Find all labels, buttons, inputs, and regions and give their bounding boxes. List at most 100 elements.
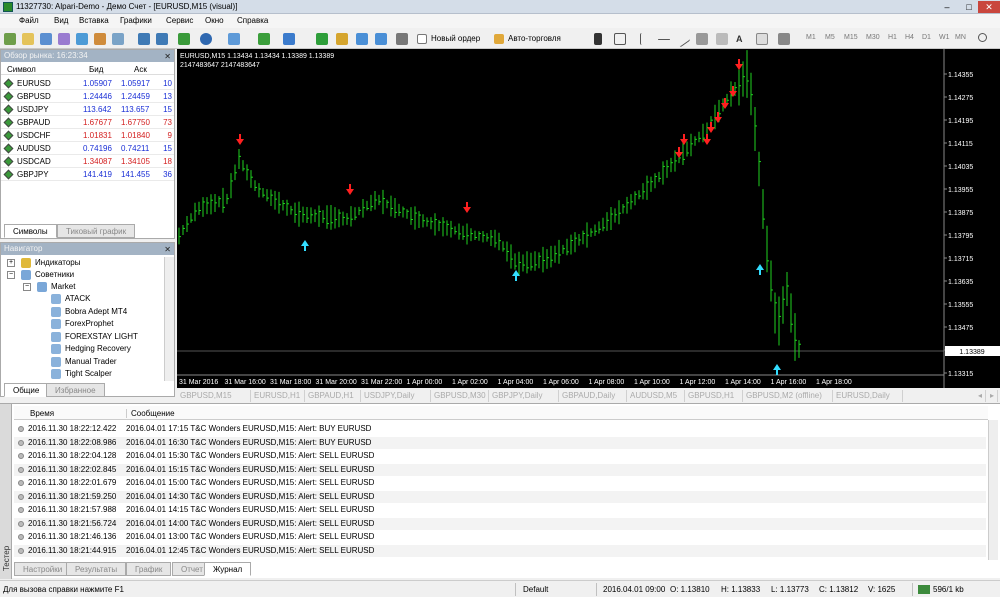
tab-results[interactable]: Результаты — [66, 562, 127, 576]
nav-experts[interactable]: Советники — [21, 269, 74, 281]
horizontal-line-icon[interactable] — [658, 39, 670, 40]
connection-icon[interactable] — [918, 585, 930, 594]
market-watch-row[interactable]: EURUSD 1.05907 1.05917 10 — [1, 77, 174, 90]
tab-journal[interactable]: Журнал — [204, 562, 252, 576]
crosshair-tool-icon[interactable] — [614, 33, 626, 45]
journal-row[interactable]: 2016.11.30 18:21:56.724 2016.04.01 14:00 … — [14, 517, 986, 530]
col-time[interactable]: Время — [30, 409, 54, 418]
equidistant-channel-icon[interactable] — [696, 33, 708, 45]
tf-d1[interactable]: D1 — [922, 34, 931, 41]
search-icon[interactable] — [978, 33, 987, 42]
menu-window[interactable]: Окно — [205, 16, 224, 25]
chart-tab[interactable]: EURUSD,Daily — [833, 390, 903, 402]
trendline-icon[interactable] — [673, 30, 691, 48]
minimize-button[interactable]: – — [936, 1, 958, 13]
col-ask[interactable]: Аск — [134, 65, 147, 74]
market-watch-row[interactable]: USDJPY 113.642 113.657 15 — [1, 103, 174, 116]
chart-shift-icon[interactable] — [375, 33, 387, 45]
nav-expert-item[interactable]: ForexProphet — [51, 318, 113, 330]
journal-scrollbar[interactable] — [988, 420, 998, 560]
arrows-icon[interactable] — [778, 33, 790, 45]
text-label-icon[interactable] — [756, 33, 768, 45]
open-profile-icon[interactable] — [22, 33, 34, 45]
tab-favorites[interactable]: Избранное — [46, 383, 105, 397]
journal-row[interactable]: 2016.11.30 18:22:08.986 2016.04.01 16:30 … — [14, 436, 986, 449]
col-bid[interactable]: Бид — [89, 65, 103, 74]
chart-tab[interactable]: GBPUSD,M2 (offline) — [743, 390, 833, 402]
journal-row[interactable]: 2016.11.30 18:21:59.250 2016.04.01 14:30 … — [14, 490, 986, 503]
tf-m5[interactable]: M5 — [825, 34, 835, 41]
candlestick-icon[interactable] — [156, 33, 168, 45]
zoom-in-icon[interactable] — [316, 33, 328, 45]
journal-row[interactable]: 2016.11.30 18:22:01.679 2016.04.01 15:00 … — [14, 477, 986, 489]
menu-file[interactable]: Файл — [19, 16, 39, 25]
market-watch-row[interactable]: GBPAUD 1.67677 1.67750 73 — [1, 116, 174, 129]
nav-market[interactable]: Market — [37, 281, 75, 293]
market-watch-icon[interactable] — [40, 33, 52, 45]
journal-row[interactable]: 2016.11.30 18:21:46.136 2016.04.01 13:00 … — [14, 531, 986, 543]
line-chart-icon[interactable] — [178, 33, 190, 45]
menu-insert[interactable]: Вставка — [79, 16, 109, 25]
tf-m30[interactable]: M30 — [866, 34, 880, 41]
market-watch-row[interactable]: USDCAD 1.34087 1.34105 18 — [1, 155, 174, 168]
market-watch-row[interactable]: GBPUSD 1.24446 1.24459 13 — [1, 90, 174, 103]
chart-canvas[interactable]: 1.14355 1.14275 1.14195 1.14115 1.14035 1.139… — [177, 49, 1000, 388]
col-symbol[interactable]: Символ — [7, 65, 36, 74]
terminal-icon[interactable] — [94, 33, 106, 45]
price-chart[interactable]: 1.14355 1.14275 1.14195 1.14115 1.14035 1.139… — [177, 49, 1000, 388]
close-icon[interactable]: ✕ — [164, 244, 171, 256]
bar-chart-icon[interactable] — [138, 33, 150, 45]
menu-charts[interactable]: Графики — [120, 16, 152, 25]
chart-tab[interactable]: GBPUSD,H1 — [685, 390, 743, 402]
cursor-icon[interactable] — [594, 33, 602, 45]
chart-tab[interactable]: EURUSD,H1 — [251, 390, 305, 402]
chart-tab[interactable]: AUDUSD,M5 — [627, 390, 685, 402]
chart-tab[interactable]: USDJPY,Daily — [361, 390, 431, 402]
chart-tab[interactable]: GBPAUD,H1 — [305, 390, 361, 402]
text-tool-icon[interactable]: A — [736, 33, 748, 45]
expand-icon[interactable]: + — [7, 259, 15, 267]
close-icon[interactable]: ✕ — [164, 51, 171, 63]
tf-h4[interactable]: H4 — [905, 34, 914, 41]
fibonacci-icon[interactable] — [716, 33, 728, 45]
scroll-right-icon[interactable]: ▸ — [987, 390, 999, 402]
menu-tools[interactable]: Сервис — [166, 16, 193, 25]
nav-expert-item[interactable]: FOREXSTAY LIGHT — [51, 331, 138, 343]
indicators-icon[interactable] — [258, 33, 270, 45]
maximize-button[interactable]: □ — [958, 1, 980, 13]
chart-tab[interactable]: GBPUSD,M30 — [431, 390, 489, 402]
nav-expert-item[interactable]: Hedging Recovery — [51, 343, 131, 355]
tf-m1[interactable]: M1 — [806, 34, 816, 41]
clock-icon[interactable] — [200, 33, 212, 45]
chart-tab[interactable]: GBPJPY,Daily — [489, 390, 559, 402]
strategy-tester-icon[interactable] — [112, 33, 124, 45]
journal-row[interactable]: 2016.11.30 18:21:57.988 2016.04.01 14:15 … — [14, 504, 986, 516]
navigator-scrollbar[interactable] — [164, 257, 174, 381]
tf-m15[interactable]: M15 — [844, 34, 858, 41]
nav-expert-item[interactable]: Manual Trader — [51, 356, 117, 368]
auto-trading-button[interactable]: Авто-торговля — [494, 32, 561, 46]
templates-icon[interactable] — [228, 33, 240, 45]
nav-expert-item[interactable]: Bobra Adept MT4 — [51, 306, 127, 318]
nav-expert-item[interactable]: Tight Scalper — [51, 368, 112, 380]
collapse-icon[interactable]: − — [23, 283, 31, 291]
market-watch-row[interactable]: USDCHF 1.01831 1.01840 9 — [1, 129, 174, 142]
menu-help[interactable]: Справка — [237, 16, 268, 25]
tf-h1[interactable]: H1 — [888, 34, 897, 41]
journal-row[interactable]: 2016.11.30 18:22:02.845 2016.04.01 15:15 … — [14, 463, 986, 476]
journal-row[interactable]: 2016.11.30 18:22:12.422 2016.04.01 17:15 … — [14, 423, 986, 435]
chart-tab[interactable]: GBPAUD,Daily — [559, 390, 627, 402]
nav-indicators[interactable]: Индикаторы — [21, 257, 80, 269]
tab-symbols[interactable]: Символы — [4, 224, 57, 238]
journal-row[interactable]: 2016.11.30 18:21:44.915 2016.04.01 12:45 … — [14, 544, 986, 557]
tf-w1[interactable]: W1 — [939, 34, 950, 41]
tab-settings[interactable]: Настройки — [14, 562, 72, 576]
autoscroll-icon[interactable] — [356, 33, 368, 45]
periods-icon[interactable] — [283, 33, 295, 45]
vertical-line-icon[interactable] — [640, 33, 652, 45]
close-button[interactable]: ✕ — [978, 1, 1000, 13]
journal-row[interactable]: 2016.11.30 18:22:04.128 2016.04.01 15:30 … — [14, 450, 986, 462]
tab-tick-chart[interactable]: Тиковый график — [57, 224, 136, 238]
market-watch-row[interactable]: AUDUSD 0.74196 0.74211 15 — [1, 142, 174, 155]
navigator-icon[interactable] — [76, 33, 88, 45]
